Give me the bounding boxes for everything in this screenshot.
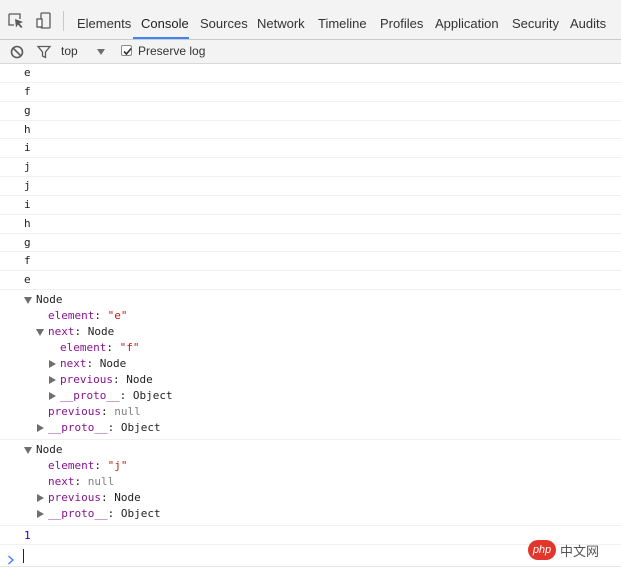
log-message: g <box>0 102 621 121</box>
property-name: next <box>48 325 75 339</box>
log-message: f <box>0 83 621 102</box>
property-name: previous <box>48 491 101 505</box>
collapse-triangle-icon[interactable] <box>37 494 44 503</box>
collapse-triangle-icon[interactable] <box>49 376 56 385</box>
tree-property-previous[interactable]: previous: Node <box>0 372 621 388</box>
property-name: element <box>60 341 107 355</box>
property-value: Node <box>114 491 141 505</box>
expand-triangle-icon[interactable] <box>36 329 44 337</box>
prompt-chevron-icon <box>7 550 15 569</box>
property-value: Node <box>99 357 127 371</box>
tree-property-proto[interactable]: __proto__: Object <box>0 420 621 436</box>
collapse-triangle-icon[interactable] <box>37 510 44 519</box>
log-message: h <box>0 215 621 234</box>
object-log-node-j: Node element: "j" next: null previous: N… <box>0 440 621 527</box>
log-message: i <box>0 196 621 215</box>
tree-property-next[interactable]: next: Node <box>0 356 621 372</box>
tree-property-previous[interactable]: previous: Node <box>0 490 621 506</box>
toolbar-divider <box>63 11 64 31</box>
active-tab-indicator <box>133 37 189 39</box>
collapse-triangle-icon[interactable] <box>49 392 56 401</box>
expand-triangle-icon[interactable] <box>24 447 32 455</box>
property-name: __proto__ <box>48 507 108 521</box>
collapse-triangle-icon[interactable] <box>37 424 44 433</box>
console-toolbar: top Preserve log <box>0 40 621 64</box>
tab-console[interactable]: Console <box>141 0 189 40</box>
clear-console-icon[interactable] <box>9 44 25 60</box>
tab-network[interactable]: Network <box>257 0 305 40</box>
devtools-tab-bar: Elements Console Sources Network Timelin… <box>0 0 621 40</box>
property-value: Node <box>87 325 115 339</box>
tab-profiles[interactable]: Profiles <box>380 0 423 40</box>
tab-audits[interactable]: Audits <box>570 0 606 40</box>
property-value: Node <box>126 373 153 387</box>
property-name: next <box>48 475 75 489</box>
tree-property-proto[interactable]: __proto__: Object <box>0 506 621 522</box>
property-name: previous <box>48 405 101 419</box>
property-name: element <box>48 309 95 323</box>
inspect-element-icon[interactable] <box>6 11 26 31</box>
property-value: "j" <box>107 459 128 473</box>
chevron-down-icon[interactable] <box>97 49 105 55</box>
tree-property-element: element: "e" <box>48 309 128 323</box>
tree-property-next: next: null <box>48 475 115 489</box>
object-title: Node <box>36 443 63 457</box>
property-value: Object <box>120 507 161 521</box>
tab-sources[interactable]: Sources <box>200 0 248 40</box>
console-output: e f g h i j j i h g f e Node element: "e… <box>0 64 621 569</box>
log-message: h <box>0 121 621 140</box>
property-value: "e" <box>107 309 128 323</box>
preserve-log-checkbox[interactable] <box>121 45 132 56</box>
log-message: e <box>0 64 621 83</box>
property-name: __proto__ <box>48 421 108 435</box>
property-value: "f" <box>119 341 140 355</box>
watermark: php 中文网 <box>528 539 614 561</box>
tree-property-previous: previous: null <box>48 405 141 419</box>
tab-application[interactable]: Application <box>435 0 499 40</box>
property-name: next <box>60 357 87 371</box>
tree-property-proto[interactable]: __proto__: Object <box>0 388 621 404</box>
watermark-text: 中文网 <box>560 545 600 560</box>
watermark-logo: php <box>528 540 556 560</box>
property-name: previous <box>60 373 113 387</box>
property-name: element <box>48 459 95 473</box>
tree-property-element: element: "f" <box>60 341 140 355</box>
property-value: null <box>114 405 141 419</box>
tree-node-root[interactable]: Node <box>0 442 621 458</box>
expand-triangle-icon[interactable] <box>24 297 32 305</box>
preserve-log-label[interactable]: Preserve log <box>138 40 205 63</box>
property-value: Object <box>120 421 161 435</box>
log-message: j <box>0 158 621 178</box>
object-title: Node <box>36 293 63 307</box>
tab-timeline[interactable]: Timeline <box>318 0 367 40</box>
log-message: i <box>0 139 621 159</box>
tab-security[interactable]: Security <box>512 0 559 40</box>
property-name: __proto__ <box>60 389 120 403</box>
tree-property-element: element: "j" <box>48 459 128 473</box>
log-message: j <box>0 177 621 196</box>
log-message: e <box>0 271 621 291</box>
property-value: null <box>87 475 115 489</box>
filter-icon[interactable] <box>36 44 52 60</box>
device-toolbar-icon[interactable] <box>34 11 54 31</box>
property-value: Object <box>132 389 173 403</box>
collapse-triangle-icon[interactable] <box>49 360 56 369</box>
log-message: g <box>0 234 621 253</box>
tree-node-root[interactable]: Node <box>0 292 621 308</box>
object-log-node-e: Node element: "e" next: Node element: "f… <box>0 290 621 441</box>
tree-property-next[interactable]: next: Node <box>0 324 621 340</box>
log-message: f <box>0 252 621 272</box>
tab-elements[interactable]: Elements <box>77 0 131 40</box>
text-cursor <box>23 549 24 564</box>
